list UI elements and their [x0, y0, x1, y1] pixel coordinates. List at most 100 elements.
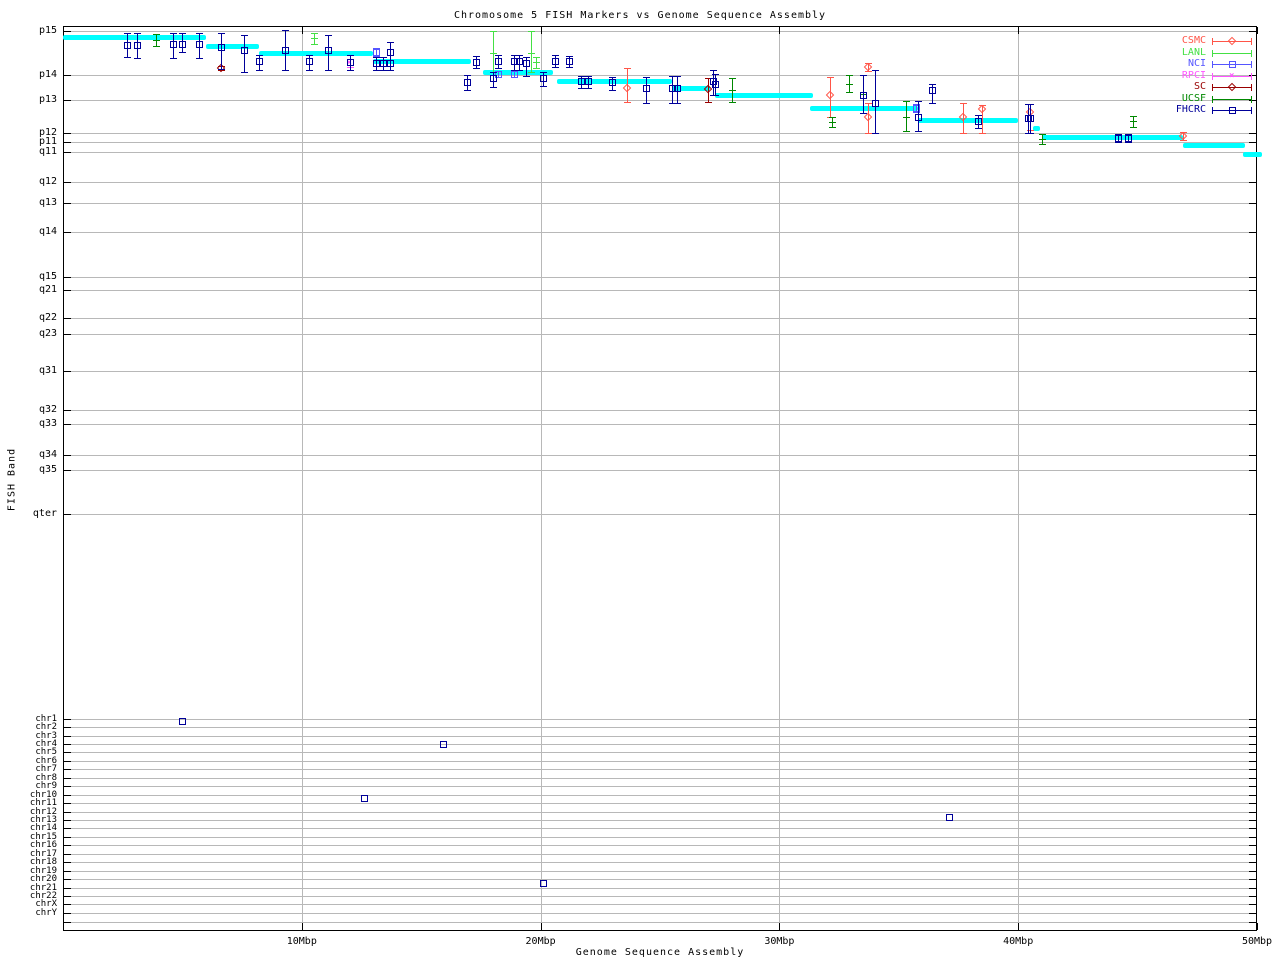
error-bar-cap [585, 88, 592, 89]
band-tick-label: q32 [2, 406, 57, 414]
marker-square [170, 41, 177, 48]
assembly-line-segment [206, 44, 259, 49]
assembly-line-segment [918, 118, 1018, 123]
error-bar-cap [960, 103, 967, 104]
marker-tick [1039, 139, 1046, 140]
band-gridline [64, 862, 1256, 863]
assembly-line-segment [715, 93, 813, 98]
band-tick-label: chrY [2, 909, 57, 917]
left-tick [64, 820, 71, 821]
error-bar-cap [1180, 140, 1187, 141]
right-tick [1249, 845, 1256, 846]
error-bar-cap [929, 84, 936, 85]
error-bar-cap [1130, 116, 1137, 117]
marker-square [915, 114, 922, 121]
error-bar-cap [540, 86, 547, 87]
right-tick [1249, 922, 1256, 923]
error-bar-cap [860, 113, 867, 114]
legend-sample-cap [1251, 96, 1252, 103]
marker-tick [1229, 99, 1236, 100]
error-bar-cap [712, 74, 719, 75]
error-bar-cap [643, 103, 650, 104]
left-tick [64, 371, 71, 372]
error-bar-cap [729, 78, 736, 79]
error-bar-cap [624, 68, 631, 69]
right-tick [1249, 290, 1256, 291]
left-tick [64, 896, 71, 897]
error-bar-cap [705, 102, 712, 103]
right-tick [1249, 837, 1256, 838]
right-tick [1249, 744, 1256, 745]
assembly-line-segment [63, 35, 206, 40]
band-tick-label: q34 [2, 451, 57, 459]
left-tick [64, 795, 71, 796]
right-tick [1249, 820, 1256, 821]
legend-sample-cap [1251, 84, 1252, 91]
band-gridline [64, 820, 1256, 821]
left-tick [64, 719, 71, 720]
error-bar-cap [490, 87, 497, 88]
marker-square [643, 85, 650, 92]
band-gridline [64, 922, 1256, 923]
error-bar-cap [585, 76, 592, 77]
marker-square [325, 47, 332, 54]
error-bar [531, 31, 532, 72]
error-bar-cap [552, 67, 559, 68]
error-bar-cap [829, 117, 836, 118]
error-bar-cap [903, 101, 910, 102]
error-bar-cap [490, 72, 497, 73]
error-bar-cap [578, 76, 585, 77]
legend-label-sc: SC [1146, 82, 1206, 92]
left-tick [64, 514, 71, 515]
legend-label-csmc: CSMC [1146, 36, 1206, 46]
band-gridline [64, 75, 1256, 76]
right-tick [1249, 871, 1256, 872]
error-bar-cap [872, 70, 879, 71]
left-tick [64, 854, 71, 855]
marker-square [1229, 61, 1236, 68]
error-bar-cap [674, 76, 681, 77]
error-bar-cap [552, 55, 559, 56]
legend-label-fhcrc: FHCRC [1146, 105, 1206, 115]
band-tick-label: p14 [2, 71, 57, 79]
marker-square [464, 79, 471, 86]
left-tick [64, 837, 71, 838]
error-bar-cap [170, 58, 177, 59]
assembly-line-segment [1243, 152, 1262, 157]
marker-square [306, 58, 313, 65]
right-tick [1249, 752, 1256, 753]
band-tick-label: q15 [2, 273, 57, 281]
mbp-gridline [1018, 27, 1019, 930]
marker-square [1027, 115, 1034, 122]
mbp-tick-label: 30Mbp [749, 936, 809, 947]
legend-label-rpci: RPCI [1146, 71, 1206, 81]
error-bar-cap [380, 70, 387, 71]
top-tick [302, 27, 303, 34]
marker-square [218, 44, 225, 51]
band-gridline [64, 203, 1256, 204]
legend-sample-cap [1212, 38, 1213, 45]
left-tick [64, 888, 71, 889]
band-tick-label: chr16 [2, 841, 57, 849]
error-bar-cap [473, 56, 480, 57]
left-tick [64, 232, 71, 233]
right-tick [1249, 761, 1256, 762]
error-bar-cap [960, 133, 967, 134]
error-bar-cap [609, 90, 616, 91]
band-tick-label: q35 [2, 466, 57, 474]
error-bar-cap [387, 70, 394, 71]
left-tick [64, 277, 71, 278]
left-tick [64, 290, 71, 291]
marker-square [134, 42, 141, 49]
legend-label-nci: NCI [1146, 59, 1206, 69]
error-bar-cap [528, 72, 535, 73]
right-tick [1249, 795, 1256, 796]
band-tick-label: chr11 [2, 799, 57, 807]
band-gridline [64, 232, 1256, 233]
error-bar-cap [674, 103, 681, 104]
band-gridline [64, 277, 1256, 278]
left-tick [64, 203, 71, 204]
right-tick [1249, 232, 1256, 233]
legend-sample-cap [1212, 73, 1213, 80]
band-tick-label: qter [2, 510, 57, 518]
